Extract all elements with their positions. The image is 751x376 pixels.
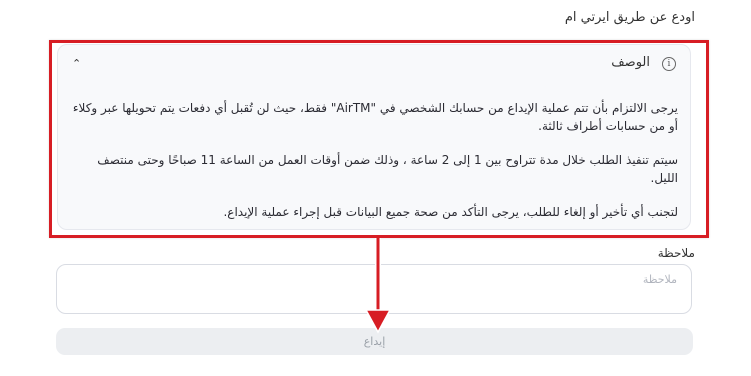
page-title: اودع عن طريق ايرتي ام [564,10,695,25]
deposit-button[interactable]: إيداع [56,328,693,355]
description-panel: i الوصف ⌃ يرجى الالتزام بأن تتم عملية ال… [57,44,691,230]
description-paragraph: سيتم تنفيذ الطلب خلال مدة تتراوح بين 1 إ… [97,153,678,185]
description-paragraph: لتجنب أي تأخير أو إلغاء للطلب، يرجى التأ… [223,205,678,219]
chevron-up-icon[interactable]: ⌃ [72,57,81,70]
note-field[interactable] [56,264,692,314]
description-body: يرجى الالتزام بأن تتم عملية الإيداع من ح… [70,99,678,237]
description-paragraph: يرجى الالتزام بأن تتم عملية الإيداع من ح… [72,101,678,133]
note-label: ملاحظة [657,246,695,260]
description-title: الوصف [611,55,650,70]
info-icon: i [662,57,676,71]
description-header[interactable]: i الوصف ⌃ [72,55,676,75]
